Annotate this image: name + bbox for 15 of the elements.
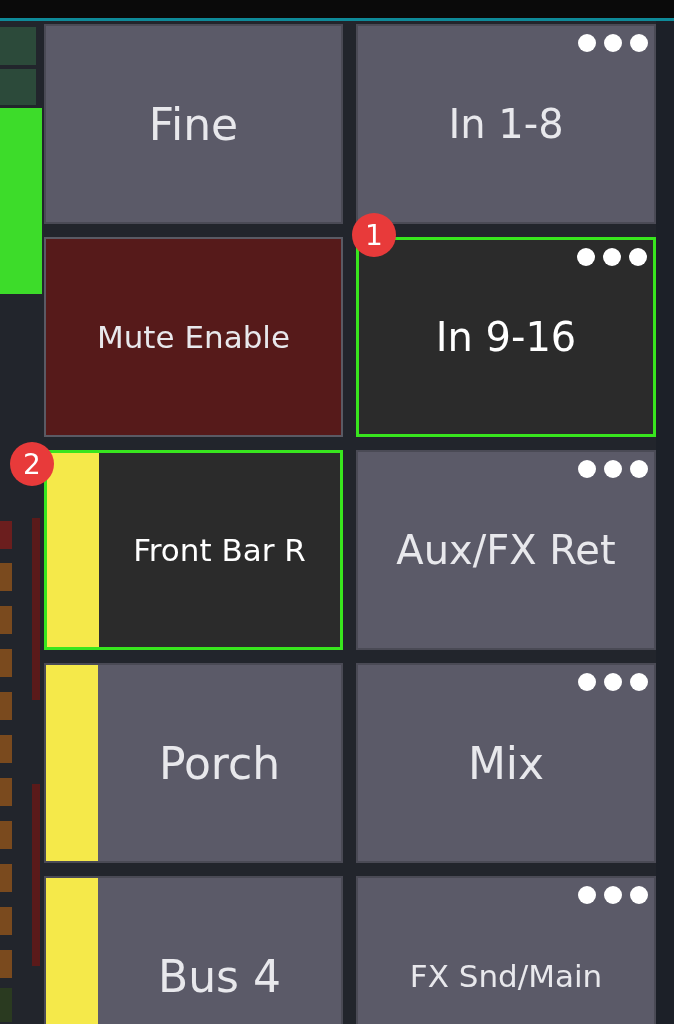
more-icon <box>578 460 648 478</box>
channel-button[interactable]: Bus 4 <box>44 876 343 1024</box>
channel-button[interactable]: Front Bar R <box>44 450 343 650</box>
more-icon <box>578 886 648 904</box>
group-button[interactable]: Mute Enable <box>44 237 343 437</box>
more-icon <box>578 673 648 691</box>
more-icon <box>578 34 648 52</box>
number-badge: 2 <box>10 442 54 486</box>
group-button[interactable]: Fine <box>44 24 343 224</box>
group-button[interactable]: In 1-8 <box>356 24 656 224</box>
group-button[interactable]: FX Snd/Main <box>356 876 656 1024</box>
channel-button[interactable]: Porch <box>44 663 343 863</box>
group-button[interactable]: Mix <box>356 663 656 863</box>
more-icon <box>577 248 647 266</box>
group-button[interactable]: Aux/FX Ret <box>356 450 656 650</box>
